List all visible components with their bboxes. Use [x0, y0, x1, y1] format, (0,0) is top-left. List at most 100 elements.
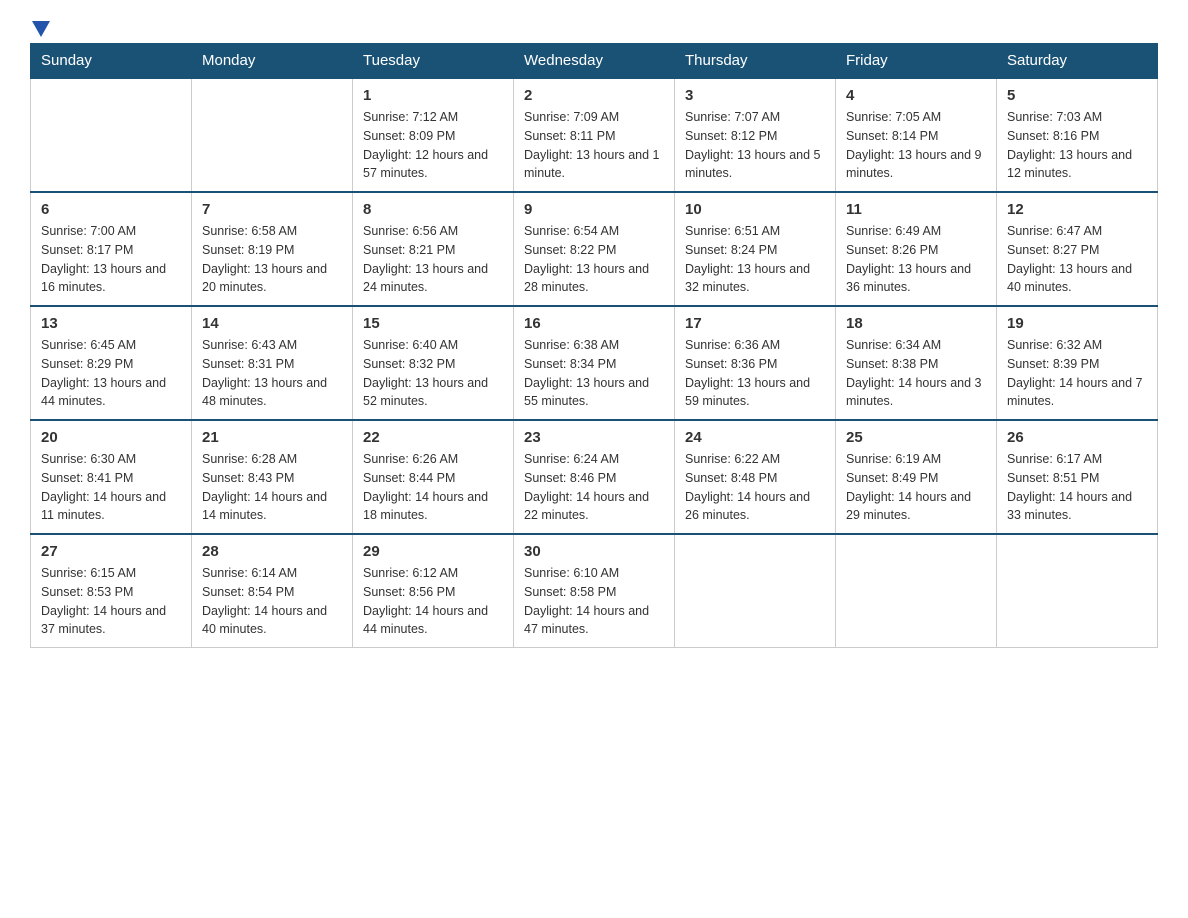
day-info: Sunrise: 6:26 AMSunset: 8:44 PMDaylight:…	[363, 450, 503, 525]
day-info: Sunrise: 7:05 AMSunset: 8:14 PMDaylight:…	[846, 108, 986, 183]
calendar-week-row: 6 Sunrise: 7:00 AMSunset: 8:17 PMDaylight…	[31, 192, 1158, 306]
day-number: 16	[524, 315, 664, 332]
calendar-cell: 1 Sunrise: 7:12 AMSunset: 8:09 PMDaylight…	[353, 78, 514, 192]
day-number: 29	[363, 543, 503, 560]
day-number: 11	[846, 201, 986, 218]
day-info: Sunrise: 6:43 AMSunset: 8:31 PMDaylight:…	[202, 336, 342, 411]
calendar-header-row: SundayMondayTuesdayWednesdayThursdayFrid…	[31, 44, 1158, 79]
day-info: Sunrise: 6:32 AMSunset: 8:39 PMDaylight:…	[1007, 336, 1147, 411]
day-number: 2	[524, 87, 664, 104]
day-info: Sunrise: 6:22 AMSunset: 8:48 PMDaylight:…	[685, 450, 825, 525]
weekday-header-friday: Friday	[836, 44, 997, 79]
day-info: Sunrise: 6:51 AMSunset: 8:24 PMDaylight:…	[685, 222, 825, 297]
day-info: Sunrise: 6:30 AMSunset: 8:41 PMDaylight:…	[41, 450, 181, 525]
calendar-week-row: 13Sunrise: 6:45 AMSunset: 8:29 PMDayligh…	[31, 306, 1158, 420]
weekday-header-thursday: Thursday	[675, 44, 836, 79]
calendar-cell: 16 Sunrise: 6:38 AMSunset: 8:34 PMDayligh…	[514, 306, 675, 420]
day-number: 13	[41, 315, 181, 332]
day-number: 9	[524, 201, 664, 218]
calendar-cell: 22 Sunrise: 6:26 AMSunset: 8:44 PMDayligh…	[353, 420, 514, 534]
day-info: Sunrise: 6:19 AMSunset: 8:49 PMDaylight:…	[846, 450, 986, 525]
calendar-table: SundayMondayTuesdayWednesdayThursdayFrid…	[30, 43, 1158, 648]
day-number: 15	[363, 315, 503, 332]
calendar-cell: 5 Sunrise: 7:03 AMSunset: 8:16 PMDaylight…	[997, 78, 1158, 192]
logo	[30, 25, 54, 33]
page-header	[30, 20, 1158, 33]
day-number: 30	[524, 543, 664, 560]
day-info: Sunrise: 6:14 AMSunset: 8:54 PMDaylight:…	[202, 564, 342, 639]
calendar-cell	[836, 534, 997, 648]
day-number: 18	[846, 315, 986, 332]
day-info: Sunrise: 6:56 AMSunset: 8:21 PMDaylight:…	[363, 222, 503, 297]
calendar-cell: 3 Sunrise: 7:07 AMSunset: 8:12 PMDaylight…	[675, 78, 836, 192]
calendar-week-row: 20 Sunrise: 6:30 AMSunset: 8:41 PMDayligh…	[31, 420, 1158, 534]
calendar-cell	[997, 534, 1158, 648]
calendar-cell: 21Sunrise: 6:28 AMSunset: 8:43 PMDayligh…	[192, 420, 353, 534]
day-info: Sunrise: 6:38 AMSunset: 8:34 PMDaylight:…	[524, 336, 664, 411]
day-info: Sunrise: 6:54 AMSunset: 8:22 PMDaylight:…	[524, 222, 664, 297]
calendar-cell: 15Sunrise: 6:40 AMSunset: 8:32 PMDayligh…	[353, 306, 514, 420]
day-number: 24	[685, 429, 825, 446]
calendar-cell: 28 Sunrise: 6:14 AMSunset: 8:54 PMDayligh…	[192, 534, 353, 648]
day-info: Sunrise: 7:03 AMSunset: 8:16 PMDaylight:…	[1007, 108, 1147, 183]
day-info: Sunrise: 6:36 AMSunset: 8:36 PMDaylight:…	[685, 336, 825, 411]
calendar-week-row: 1 Sunrise: 7:12 AMSunset: 8:09 PMDaylight…	[31, 78, 1158, 192]
calendar-cell: 25Sunrise: 6:19 AMSunset: 8:49 PMDayligh…	[836, 420, 997, 534]
day-number: 1	[363, 87, 503, 104]
calendar-cell: 11 Sunrise: 6:49 AMSunset: 8:26 PMDayligh…	[836, 192, 997, 306]
day-number: 14	[202, 315, 342, 332]
calendar-cell: 23 Sunrise: 6:24 AMSunset: 8:46 PMDayligh…	[514, 420, 675, 534]
calendar-cell: 19 Sunrise: 6:32 AMSunset: 8:39 PMDayligh…	[997, 306, 1158, 420]
day-info: Sunrise: 6:17 AMSunset: 8:51 PMDaylight:…	[1007, 450, 1147, 525]
day-number: 27	[41, 543, 181, 560]
weekday-header-monday: Monday	[192, 44, 353, 79]
logo-text	[30, 25, 54, 33]
day-number: 22	[363, 429, 503, 446]
day-number: 3	[685, 87, 825, 104]
day-number: 8	[363, 201, 503, 218]
weekday-header-wednesday: Wednesday	[514, 44, 675, 79]
calendar-cell: 6 Sunrise: 7:00 AMSunset: 8:17 PMDaylight…	[31, 192, 192, 306]
calendar-cell	[192, 78, 353, 192]
calendar-cell: 24 Sunrise: 6:22 AMSunset: 8:48 PMDayligh…	[675, 420, 836, 534]
day-number: 23	[524, 429, 664, 446]
day-info: Sunrise: 7:07 AMSunset: 8:12 PMDaylight:…	[685, 108, 825, 183]
day-info: Sunrise: 7:00 AMSunset: 8:17 PMDaylight:…	[41, 222, 181, 297]
calendar-cell: 29Sunrise: 6:12 AMSunset: 8:56 PMDayligh…	[353, 534, 514, 648]
calendar-cell: 27 Sunrise: 6:15 AMSunset: 8:53 PMDayligh…	[31, 534, 192, 648]
weekday-header-sunday: Sunday	[31, 44, 192, 79]
day-number: 6	[41, 201, 181, 218]
day-number: 26	[1007, 429, 1147, 446]
calendar-cell: 20 Sunrise: 6:30 AMSunset: 8:41 PMDayligh…	[31, 420, 192, 534]
calendar-cell: 12Sunrise: 6:47 AMSunset: 8:27 PMDayligh…	[997, 192, 1158, 306]
day-info: Sunrise: 6:15 AMSunset: 8:53 PMDaylight:…	[41, 564, 181, 639]
calendar-cell: 7Sunrise: 6:58 AMSunset: 8:19 PMDaylight…	[192, 192, 353, 306]
day-number: 19	[1007, 315, 1147, 332]
calendar-cell: 17 Sunrise: 6:36 AMSunset: 8:36 PMDayligh…	[675, 306, 836, 420]
day-number: 28	[202, 543, 342, 560]
day-info: Sunrise: 7:12 AMSunset: 8:09 PMDaylight:…	[363, 108, 503, 183]
weekday-header-saturday: Saturday	[997, 44, 1158, 79]
calendar-cell: 8 Sunrise: 6:56 AMSunset: 8:21 PMDaylight…	[353, 192, 514, 306]
calendar-week-row: 27 Sunrise: 6:15 AMSunset: 8:53 PMDayligh…	[31, 534, 1158, 648]
calendar-cell	[675, 534, 836, 648]
day-info: Sunrise: 6:24 AMSunset: 8:46 PMDaylight:…	[524, 450, 664, 525]
day-number: 17	[685, 315, 825, 332]
day-number: 5	[1007, 87, 1147, 104]
calendar-cell: 26 Sunrise: 6:17 AMSunset: 8:51 PMDayligh…	[997, 420, 1158, 534]
weekday-header-tuesday: Tuesday	[353, 44, 514, 79]
day-info: Sunrise: 6:10 AMSunset: 8:58 PMDaylight:…	[524, 564, 664, 639]
calendar-cell: 14 Sunrise: 6:43 AMSunset: 8:31 PMDayligh…	[192, 306, 353, 420]
calendar-cell: 13Sunrise: 6:45 AMSunset: 8:29 PMDayligh…	[31, 306, 192, 420]
day-info: Sunrise: 6:49 AMSunset: 8:26 PMDaylight:…	[846, 222, 986, 297]
calendar-cell: 18Sunrise: 6:34 AMSunset: 8:38 PMDayligh…	[836, 306, 997, 420]
calendar-cell: 4Sunrise: 7:05 AMSunset: 8:14 PMDaylight…	[836, 78, 997, 192]
day-info: Sunrise: 7:09 AMSunset: 8:11 PMDaylight:…	[524, 108, 664, 183]
day-number: 21	[202, 429, 342, 446]
calendar-cell	[31, 78, 192, 192]
logo-triangle-icon	[32, 17, 54, 39]
calendar-cell: 2 Sunrise: 7:09 AMSunset: 8:11 PMDaylight…	[514, 78, 675, 192]
day-number: 7	[202, 201, 342, 218]
calendar-cell: 9 Sunrise: 6:54 AMSunset: 8:22 PMDaylight…	[514, 192, 675, 306]
day-number: 20	[41, 429, 181, 446]
